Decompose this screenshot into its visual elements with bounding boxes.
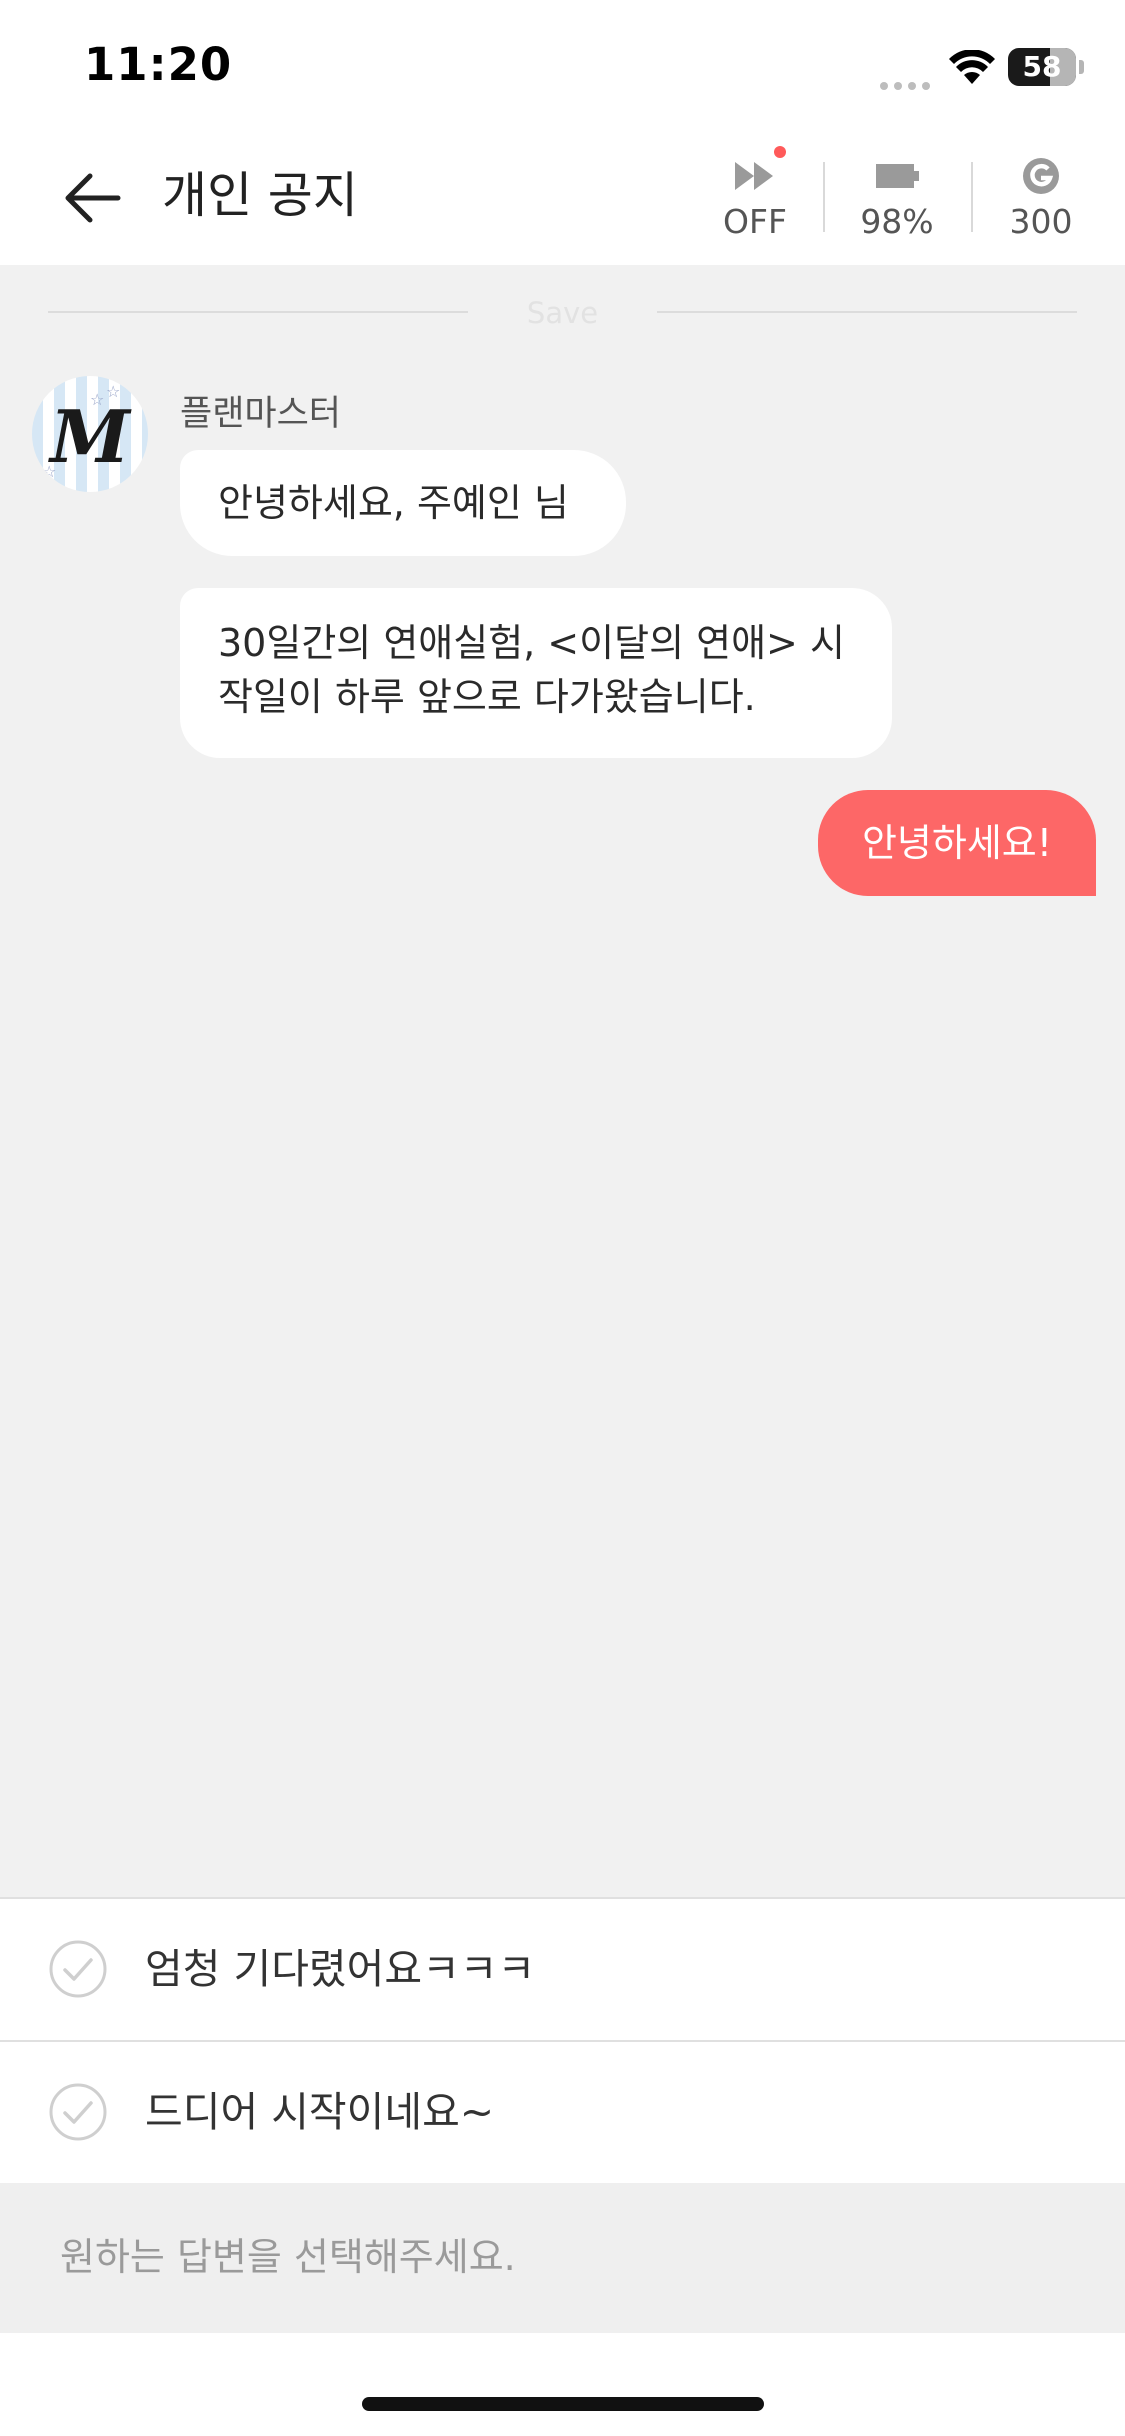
fast-forward-icon	[735, 162, 773, 190]
header-divider	[823, 162, 825, 232]
reply-option-label: 엄청 기다렸어요ㅋㅋㅋ	[145, 1945, 536, 1993]
check-circle-icon	[49, 1940, 107, 1998]
star-icon: ☆	[106, 382, 121, 401]
app-header: 개인 공지 OFF 98% 300	[0, 130, 1125, 265]
battery-label: 98%	[860, 202, 934, 241]
battery-level-text: 58	[1022, 50, 1062, 83]
cellular-signal-icon	[880, 75, 936, 90]
autoplay-label: OFF	[723, 202, 787, 241]
save-divider: Save	[48, 296, 1077, 330]
star-icon: ☆	[42, 462, 57, 481]
autoplay-toggle[interactable]: OFF	[690, 144, 820, 254]
battery-gauge-icon	[876, 164, 919, 188]
check-circle-icon	[49, 2083, 107, 2141]
coin-balance[interactable]: 300	[976, 144, 1106, 254]
my-reply-bubble: 안녕하세요!	[818, 790, 1096, 896]
save-label: Save	[526, 296, 599, 330]
status-bar: 11:20 58	[0, 0, 1125, 130]
message-bubble: 30일간의 연애실험, <이달의 연애> 시 작일이 하루 앞으로 다가왔습니다…	[180, 588, 892, 758]
reply-option[interactable]: 엄청 기다렸어요ㅋㅋㅋ	[0, 1897, 1125, 2039]
notification-dot	[774, 146, 786, 158]
battery-status[interactable]: 98%	[832, 144, 962, 254]
message-text: 안녕하세요, 주예인 님	[218, 481, 569, 525]
sender-name: 플랜마스터	[180, 394, 342, 434]
star-icon: ☆	[90, 390, 105, 409]
reply-prompt-bar: 원하는 답변을 선택해주세요.	[0, 2183, 1125, 2333]
battery-icon: 58	[1008, 48, 1076, 86]
avatar[interactable]: M ☆ ☆ ☆	[32, 376, 148, 492]
reply-option-label: 드디어 시작이네요~	[145, 2088, 495, 2136]
message-text-line: 작일이 하루 앞으로 다가왔습니다.	[218, 675, 756, 719]
reply-option[interactable]: 드디어 시작이네요~	[0, 2040, 1125, 2182]
message-bubble: 안녕하세요, 주예인 님	[180, 450, 626, 556]
status-time: 11:20	[84, 38, 233, 91]
header-divider	[971, 162, 973, 232]
coin-icon	[1023, 158, 1059, 194]
battery-tip	[1079, 60, 1084, 74]
home-indicator[interactable]	[362, 2397, 764, 2411]
coin-label: 300	[1009, 202, 1073, 241]
message-text-line: 30일간의 연애실험, <이달의 연애> 시	[218, 621, 845, 665]
wifi-icon	[949, 50, 995, 84]
page-title: 개인 공지	[162, 167, 358, 224]
back-arrow-icon[interactable]	[56, 160, 132, 236]
reply-prompt-text: 원하는 답변을 선택해주세요.	[60, 2235, 516, 2279]
reply-panel: 엄청 기다렸어요ㅋㅋㅋ 드디어 시작이네요~ 원하는 답변을 선택해주세요.	[0, 1897, 1125, 2436]
